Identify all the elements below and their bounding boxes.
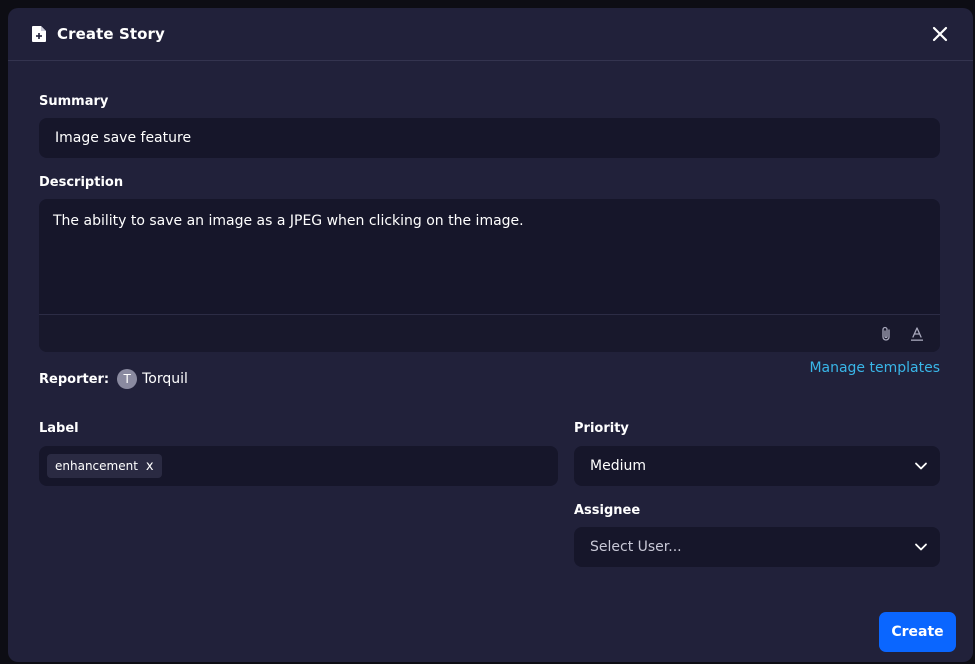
paperclip-icon[interactable] <box>878 326 894 342</box>
manage-templates-link[interactable]: Manage templates <box>809 360 940 376</box>
summary-value: Image save feature <box>55 130 192 146</box>
chevron-down-icon <box>914 459 928 473</box>
label-field-label: Label <box>39 421 79 436</box>
label-input[interactable]: enhancement x <box>39 446 558 486</box>
file-plus-icon <box>32 26 46 42</box>
remove-label-button[interactable]: x <box>146 459 154 474</box>
description-toolbar <box>39 314 940 352</box>
avatar: T <box>117 369 138 389</box>
label-chip: enhancement x <box>47 454 162 478</box>
priority-value: Medium <box>590 458 646 474</box>
close-button[interactable] <box>929 23 951 45</box>
assignee-select[interactable]: Select User... <box>574 527 940 567</box>
reporter-label: Reporter: <box>39 371 110 387</box>
assignee-label: Assignee <box>574 503 641 518</box>
dialog-title: Create Story <box>57 25 165 43</box>
reporter-name: Torquil <box>142 371 188 387</box>
summary-label: Summary <box>39 94 109 109</box>
priority-label: Priority <box>574 421 629 436</box>
description-label: Description <box>39 175 124 190</box>
label-chip-text: enhancement <box>55 459 138 473</box>
description-editor[interactable]: The ability to save an image as a JPEG w… <box>39 199 940 352</box>
create-button[interactable]: Create <box>879 612 956 652</box>
close-icon <box>932 26 948 42</box>
summary-input[interactable]: Image save feature <box>39 118 940 158</box>
reporter: Reporter: T Torquil <box>39 368 188 390</box>
chevron-down-icon <box>914 540 928 554</box>
assignee-placeholder: Select User... <box>590 539 682 555</box>
create-story-dialog: Create Story Summary Image save feature … <box>8 8 973 662</box>
text-format-icon[interactable] <box>909 326 925 342</box>
priority-select[interactable]: Medium <box>574 446 940 486</box>
dialog-header: Create Story <box>8 8 973 61</box>
description-value: The ability to save an image as a JPEG w… <box>53 213 524 229</box>
